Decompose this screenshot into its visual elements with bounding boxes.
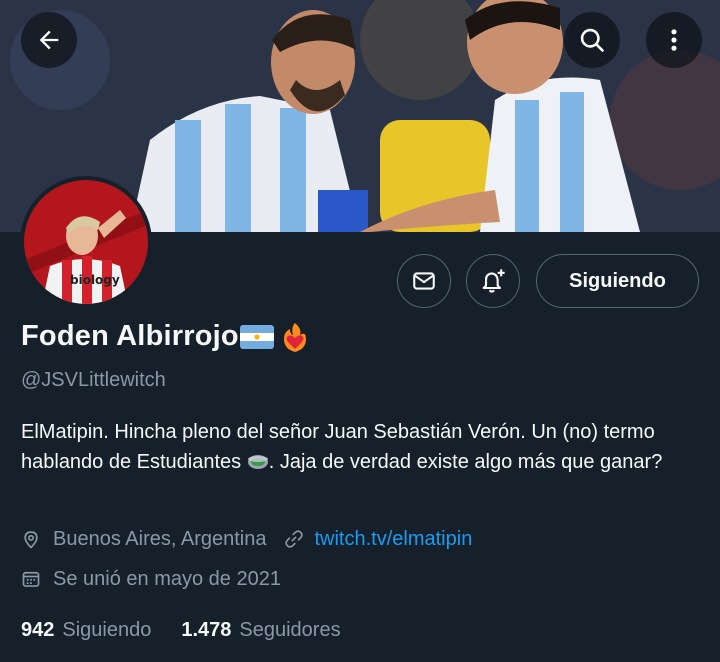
profile-location: Buenos Aires, Argentina [53, 528, 267, 550]
search-button[interactable] [564, 12, 620, 68]
more-vertical-icon [671, 29, 677, 51]
profile-bio: ElMatipin. Hincha pleno del señor Juan S… [21, 417, 701, 477]
following-label: Siguiendo [62, 619, 152, 641]
following-button[interactable]: Siguiendo [536, 254, 699, 308]
link-icon [284, 529, 306, 551]
avatar-image: biology [24, 180, 148, 304]
heart-on-fire-icon [283, 322, 306, 352]
bell-plus-icon [482, 269, 505, 293]
profile-joined-row: Se unió en mayo de 2021 [21, 568, 281, 591]
profile-handle: @JSVLittlewitch [21, 369, 166, 391]
more-options-button[interactable] [646, 12, 702, 68]
following-button-label: Siguiendo [569, 269, 666, 292]
notifications-button[interactable] [466, 254, 520, 308]
profile-meta-row: Buenos Aires, Argentina twitch.tv/elmati… [21, 528, 472, 551]
search-icon [580, 28, 604, 52]
avatar: biology [24, 180, 148, 304]
arrow-left-icon [39, 30, 59, 50]
followers-label: Seguidores [239, 619, 341, 641]
location-pin-icon [21, 529, 43, 551]
flag-argentina-icon [239, 324, 274, 349]
profile-name: Foden Albirrojo [21, 320, 239, 352]
profile-joined-date: Se unió en mayo de 2021 [53, 568, 281, 590]
bio-text-end: . Jaja de verdad existe algo más que gan… [268, 451, 663, 473]
following-stat[interactable]: 942 Siguiendo [21, 619, 151, 642]
followers-count: 1.478 [181, 619, 232, 641]
stadium-icon [247, 455, 268, 469]
profile-website-link[interactable]: twitch.tv/elmatipin [314, 528, 472, 551]
avatar-frame[interactable]: biology [20, 176, 152, 308]
calendar-icon [21, 569, 43, 591]
mail-icon [413, 272, 435, 290]
message-button[interactable] [397, 254, 451, 308]
profile-stats: 942 Siguiendo 1.478 Seguidores [21, 619, 371, 642]
followers-stat[interactable]: 1.478 Seguidores [181, 619, 340, 642]
back-button[interactable] [21, 12, 77, 68]
profile-name-row: Foden Albirrojo [21, 320, 310, 353]
svg-text:biology: biology [70, 273, 120, 287]
following-count: 942 [21, 619, 55, 641]
